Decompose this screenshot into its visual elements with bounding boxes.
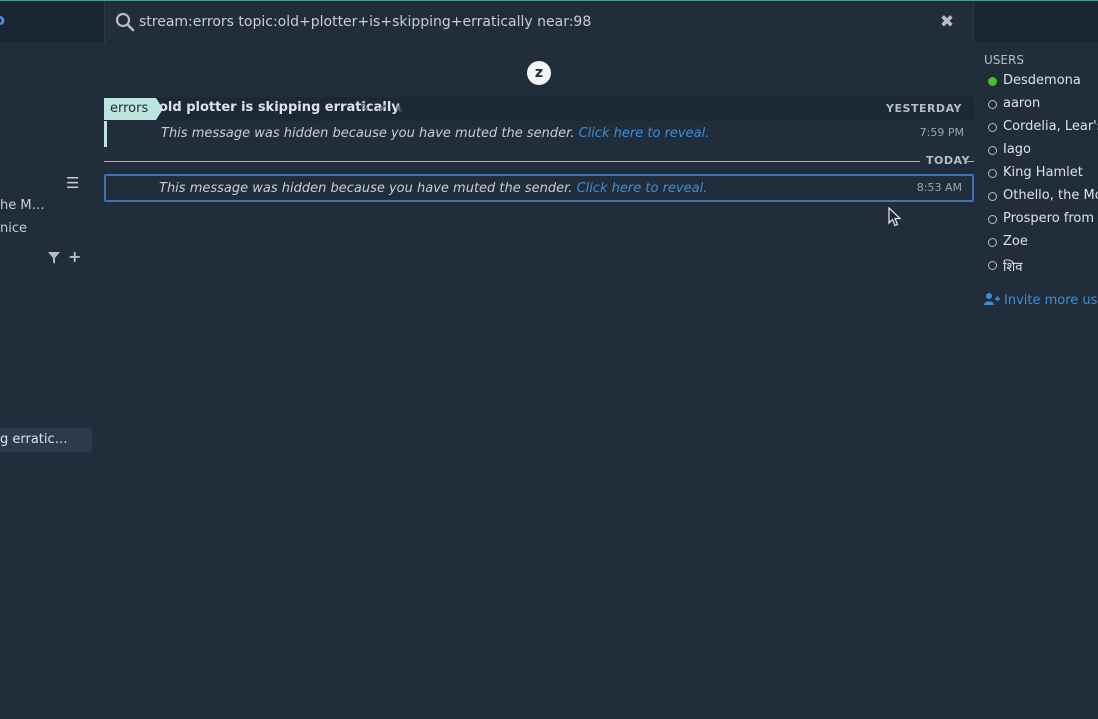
search-input[interactable] (139, 12, 899, 32)
sidebar-topic-label: g erratic… (0, 432, 68, 447)
users-heading: USERS (984, 53, 1024, 67)
sidebar-topic-active[interactable]: g erratic… (0, 428, 92, 452)
recipient-bar: errors old plotter is skipping erratical… (104, 97, 974, 121)
topic-actions: ✎✔🔇︎ (360, 101, 412, 116)
presence-offline-icon (988, 192, 997, 201)
message-row-selected[interactable]: This message was hidden because you have… (104, 174, 974, 202)
invite-users-link[interactable]: Invite more user (984, 293, 1098, 308)
mute-topic-icon[interactable]: 🔇︎ (396, 101, 412, 115)
top-navbar: ɔ ✖ (0, 0, 1098, 43)
sidebar-item-stream[interactable]: nice (0, 221, 27, 236)
reveal-link[interactable]: Click here to reveal. (577, 181, 708, 196)
invite-label: Invite more user (1004, 293, 1098, 308)
user-name: शिव (1003, 260, 1023, 275)
user-name: Desdemona (1003, 73, 1081, 88)
divider-line (104, 161, 920, 162)
presence-offline-icon (988, 100, 997, 109)
right-sidebar: USERS Desdemona aaron Cordelia, Lear's d… (978, 42, 1098, 719)
presence-offline-icon (988, 215, 997, 224)
presence-offline-icon (988, 169, 997, 178)
user-name: King Hamlet (1003, 165, 1083, 180)
sidebar-menu-icon[interactable]: ☰ (66, 176, 84, 191)
divider-line (966, 161, 974, 162)
search-box: ✖ (104, 1, 974, 43)
user-name: Othello, the Moo (1003, 188, 1098, 203)
stream-label[interactable]: errors (104, 98, 164, 120)
zulip-logo-icon: z (527, 61, 551, 85)
hidden-message-text: This message was hidden because you have… (161, 126, 575, 141)
user-name: Cordelia, Lear's d (1003, 119, 1098, 134)
search-icon (115, 12, 135, 32)
user-name: Prospero from Th (1003, 211, 1098, 226)
user-name: Iago (1003, 142, 1032, 157)
presence-offline-icon (988, 238, 997, 247)
date-divider-label: TODAY (926, 154, 970, 167)
hidden-message-text: This message was hidden because you have… (159, 181, 573, 196)
presence-offline-icon (988, 123, 997, 132)
mouse-cursor-icon (888, 207, 902, 227)
add-stream-icon[interactable]: + (68, 247, 81, 266)
message-row[interactable]: This message was hidden because you have… (104, 121, 974, 147)
edit-topic-icon[interactable]: ✎ (360, 101, 378, 115)
add-user-icon (984, 293, 1000, 305)
presence-offline-icon (988, 146, 997, 155)
date-divider: TODAY (104, 152, 974, 170)
hidden-message-notice: This message was hidden because you have… (159, 181, 707, 196)
reveal-link[interactable]: Click here to reveal. (579, 126, 710, 141)
close-icon[interactable]: ✖ (937, 12, 957, 32)
presence-offline-icon (988, 261, 997, 270)
filter-icon[interactable] (48, 252, 60, 264)
app-logo-icon[interactable]: ɔ (0, 10, 5, 29)
resolve-topic-icon[interactable]: ✔ (378, 101, 396, 115)
message-time[interactable]: 7:59 PM (920, 126, 964, 139)
recipient-date: YESTERDAY (886, 102, 962, 115)
user-name: aaron (1003, 96, 1041, 111)
hidden-message-notice: This message was hidden because you have… (161, 126, 709, 141)
presence-active-icon (988, 77, 997, 86)
user-name: Zoe (1003, 234, 1028, 249)
sidebar-item-stream[interactable]: he M… (0, 198, 45, 213)
message-time[interactable]: 8:53 AM (917, 181, 962, 194)
left-sidebar: ☰ he M… nice + g erratic… (0, 42, 100, 719)
